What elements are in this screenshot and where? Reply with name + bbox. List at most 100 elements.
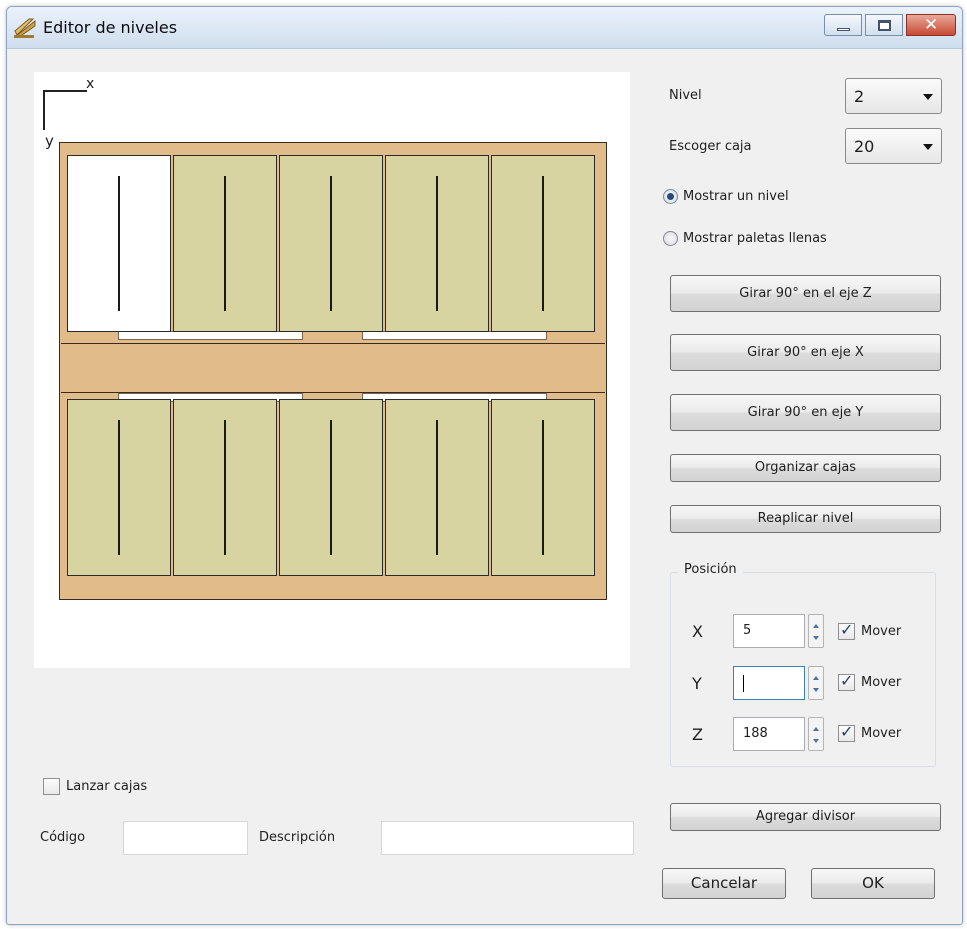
spin-down-icon — [813, 739, 819, 743]
code-label: Código — [40, 830, 86, 845]
window-title: Editor de niveles — [43, 18, 178, 37]
radio-label: Mostrar paletas llenas — [683, 231, 827, 246]
checkmark-icon: ✓ — [840, 671, 854, 690]
position-z-value: 188 — [743, 726, 768, 741]
add-divider-label: Agregar divisor — [755, 809, 856, 824]
box-orientation-line — [436, 176, 438, 311]
x-axis-label: x — [86, 76, 95, 92]
replicate-level-button[interactable]: Reaplicar nivel — [670, 505, 941, 533]
pallet — [59, 142, 607, 600]
box-orientation-line — [542, 176, 544, 311]
box[interactable] — [279, 155, 383, 332]
rotate-x-label: Girar 90° en eje X — [747, 345, 864, 360]
position-z-move-label: Mover — [861, 726, 902, 741]
position-x-input[interactable]: 5 — [733, 614, 805, 648]
box-orientation-line — [330, 420, 332, 555]
pallet-center-board — [61, 343, 605, 393]
chevron-down-icon — [923, 94, 933, 100]
box[interactable] — [385, 399, 489, 576]
minimize-button[interactable] — [824, 14, 862, 36]
radio-unchecked-icon — [663, 231, 678, 246]
spin-up-icon — [813, 624, 819, 628]
escoger-caja-select[interactable]: 20 — [845, 128, 942, 164]
rotate-y-button[interactable]: Girar 90° en eje Y — [670, 394, 941, 431]
maximize-icon — [878, 20, 891, 31]
position-x-move-checkbox[interactable]: ✓ — [838, 620, 855, 640]
box[interactable] — [491, 399, 595, 576]
box-orientation-line — [542, 420, 544, 555]
spin-down-icon — [813, 688, 819, 692]
close-button[interactable]: ✕ — [906, 14, 956, 36]
nivel-select[interactable]: 2 — [845, 78, 942, 114]
rotate-x-button[interactable]: Girar 90° en eje X — [670, 334, 941, 371]
box-orientation-line — [224, 420, 226, 555]
escoger-caja-label: Escoger caja — [669, 139, 752, 154]
text-caret — [743, 675, 744, 692]
pallet-gap — [118, 331, 303, 340]
box[interactable] — [385, 155, 489, 332]
position-x-value: 5 — [743, 623, 752, 638]
position-group-title: Posición — [678, 562, 743, 577]
y-axis-indicator — [43, 90, 45, 130]
checkmark-icon: ✓ — [840, 722, 854, 741]
nivel-label: Nivel — [669, 88, 702, 103]
organize-boxes-label: Organizar cajas — [754, 460, 857, 475]
box-orientation-line — [330, 176, 332, 311]
rotate-z-label: Girar 90° en el eje Z — [739, 286, 872, 301]
close-icon: ✕ — [924, 15, 939, 35]
y-axis-label: y — [45, 132, 54, 150]
radio-label: Mostrar un nivel — [683, 189, 789, 204]
spin-up-icon — [813, 676, 819, 680]
box[interactable] — [173, 155, 277, 332]
position-y-spinner[interactable] — [808, 666, 824, 700]
box-orientation-line — [118, 176, 120, 311]
position-x-label: X — [692, 622, 703, 641]
minimize-icon — [837, 28, 850, 31]
throw-boxes-label: Lanzar cajas — [66, 779, 148, 794]
position-y-input[interactable] — [733, 666, 805, 700]
escoger-caja-value: 20 — [854, 137, 875, 156]
position-x-spinner[interactable] — [808, 614, 824, 648]
position-y-move-label: Mover — [861, 675, 902, 690]
spin-up-icon — [813, 727, 819, 731]
cancel-button[interactable]: Cancelar — [662, 868, 786, 899]
ok-button[interactable]: OK — [811, 868, 935, 899]
cancel-label: Cancelar — [690, 874, 758, 892]
level-canvas[interactable]: x y — [34, 72, 630, 668]
position-x-move-label: Mover — [861, 624, 902, 639]
replicate-level-label: Reaplicar nivel — [757, 511, 854, 526]
box[interactable] — [67, 399, 171, 576]
box-orientation-line — [118, 420, 120, 555]
box[interactable] — [491, 155, 595, 332]
pallet-gap — [362, 331, 547, 340]
organize-boxes-button[interactable]: Organizar cajas — [670, 454, 941, 482]
box[interactable] — [279, 399, 383, 576]
rotate-y-label: Girar 90° en eje Y — [747, 405, 864, 420]
description-label: Descripción — [259, 830, 336, 845]
position-z-input[interactable]: 188 — [733, 717, 805, 751]
position-y-move-checkbox[interactable]: ✓ — [838, 671, 855, 691]
box-orientation-line — [224, 176, 226, 311]
maximize-button[interactable] — [865, 14, 903, 36]
box[interactable] — [173, 399, 277, 576]
x-axis-indicator — [43, 90, 87, 92]
rotate-z-button[interactable]: Girar 90° en el eje Z — [670, 275, 941, 312]
box-orientation-line — [436, 420, 438, 555]
chevron-down-icon — [923, 144, 933, 150]
add-divider-button[interactable]: Agregar divisor — [670, 803, 941, 831]
ok-label: OK — [862, 874, 884, 892]
code-input[interactable] — [123, 821, 248, 855]
box-selected[interactable] — [67, 155, 171, 332]
position-z-label: Z — [692, 725, 703, 744]
position-z-spinner[interactable] — [808, 717, 824, 751]
position-z-move-checkbox[interactable]: ✓ — [838, 722, 855, 742]
throw-boxes-checkbox[interactable] — [43, 778, 60, 795]
checkmark-icon: ✓ — [840, 620, 854, 639]
title-bar[interactable]: Editor de niveles ✕ — [7, 7, 962, 49]
position-y-label: Y — [692, 674, 702, 693]
description-input[interactable] — [381, 821, 634, 855]
app-pallet-icon — [13, 18, 36, 38]
spin-down-icon — [813, 636, 819, 640]
radio-checked-icon — [663, 189, 678, 204]
nivel-value: 2 — [854, 87, 865, 106]
